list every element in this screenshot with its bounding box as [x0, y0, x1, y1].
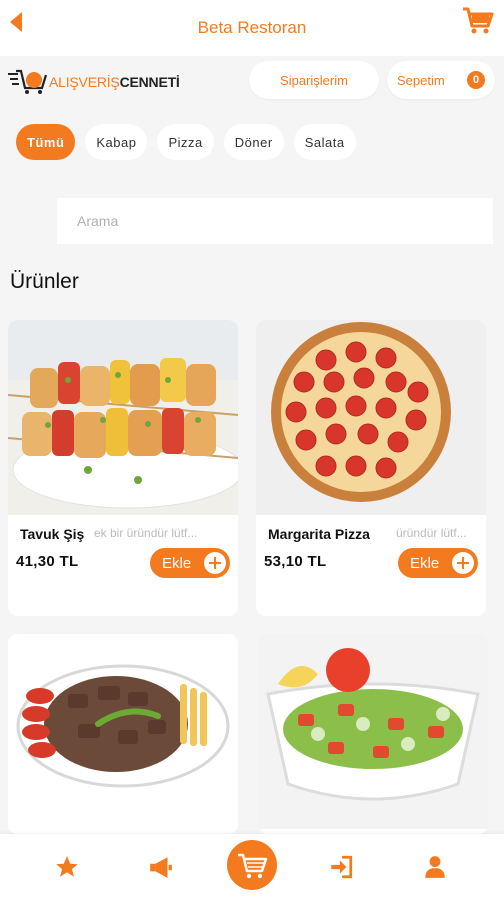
user-icon[interactable] — [422, 854, 448, 880]
product-image-doner — [8, 634, 238, 829]
logo-text-part2: CENNETİ — [119, 74, 180, 90]
brand-logo: ALIŞVERİŞ CENNETİ — [8, 68, 180, 96]
search-input[interactable] — [57, 198, 493, 244]
category-tab-all[interactable]: Tümü — [16, 124, 76, 160]
product-image-tavuk-sis — [8, 320, 238, 515]
category-tab-salata[interactable]: Salata — [293, 124, 356, 160]
product-card[interactable] — [8, 634, 238, 834]
plus-circle-icon — [452, 552, 474, 574]
add-to-cart-button[interactable]: Ekle — [398, 548, 478, 578]
logo-text-part1: ALIŞVERİŞ — [49, 74, 120, 90]
product-description: ek bir üründür lütf... — [94, 526, 198, 540]
basket-button-label: Sepetim — [397, 72, 445, 88]
add-button-label: Ekle — [410, 554, 440, 572]
plus-circle-icon — [204, 552, 226, 574]
orders-button[interactable]: Siparişlerim — [249, 61, 379, 99]
page-title: Beta Restoran — [197, 18, 307, 37]
category-tab-pizza[interactable]: Pizza — [157, 124, 214, 160]
shopping-cart-icon[interactable] — [462, 6, 494, 36]
product-card[interactable] — [258, 634, 488, 834]
section-title: Ürünler — [10, 270, 79, 293]
product-image-salata — [258, 634, 488, 829]
category-tab-kabap[interactable]: Kabap — [85, 124, 148, 160]
product-name: Margarita Pizza — [268, 526, 370, 542]
login-icon[interactable] — [328, 854, 354, 880]
product-card[interactable]: Margarita Pizza üründür lütf... 53,10 TL… — [256, 320, 486, 616]
megaphone-icon[interactable] — [148, 854, 174, 880]
shopping-cart-icon — [238, 853, 268, 879]
top-bar: Beta Restoran — [0, 0, 504, 56]
logo-cart-icon — [8, 69, 48, 94]
product-description: üründür lütf... — [396, 526, 467, 540]
star-icon[interactable] — [54, 854, 80, 880]
category-tab-doner[interactable]: Döner — [223, 124, 284, 160]
basket-count-badge: 0 — [467, 71, 485, 89]
product-image-margarita-pizza — [256, 320, 486, 515]
add-to-cart-button[interactable]: Ekle — [150, 548, 230, 578]
orders-button-label: Siparişlerim — [280, 72, 348, 88]
bottom-navigation — [0, 834, 504, 900]
product-price: 41,30 TL — [16, 553, 79, 570]
product-card[interactable]: Tavuk Şiş ek bir üründür lütf... 41,30 T… — [8, 320, 238, 616]
brand-row: ALIŞVERİŞ CENNETİ Siparişlerim Sepetim 0 — [0, 56, 504, 108]
basket-button[interactable]: Sepetim 0 — [387, 61, 495, 99]
nav-cart-button[interactable] — [227, 840, 277, 890]
category-tabs: Tümü Kabap Pizza Döner Salata — [16, 124, 356, 160]
product-price: 53,10 TL — [264, 553, 327, 570]
product-name: Tavuk Şiş — [20, 526, 85, 542]
add-button-label: Ekle — [162, 554, 192, 572]
